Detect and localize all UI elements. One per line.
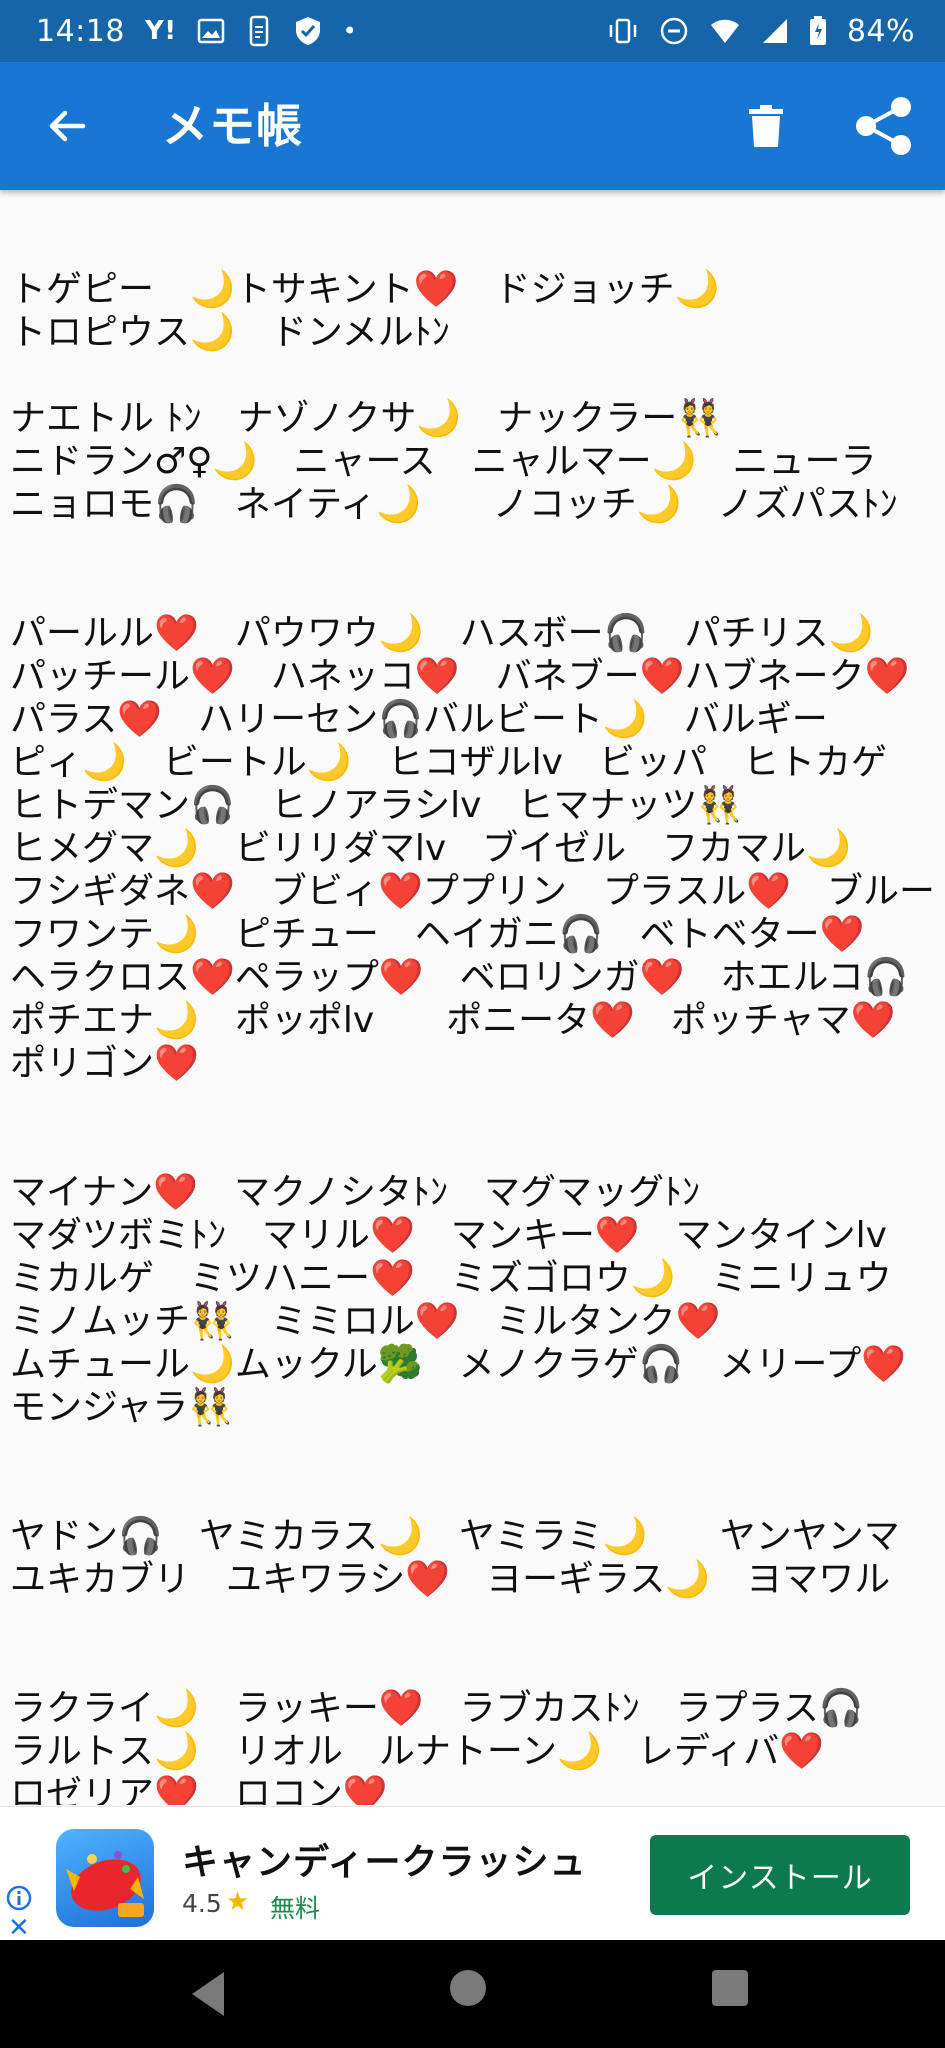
status-right: 84%	[607, 14, 915, 49]
wifi-icon	[709, 17, 741, 45]
memo-text: トゲピー 🌙トサキント❤️ ドジョッチ🌙 トロピウス🌙 ドンメルﾄﾝ ナエトル …	[10, 269, 936, 1805]
info-icon[interactable]	[6, 1885, 32, 1911]
nav-back-icon[interactable]	[184, 1968, 234, 2020]
ad-banner[interactable]: ✕ キャンディークラッシュ 4.5 ★ 無料 インストール	[0, 1806, 945, 1941]
phone-sync-icon	[245, 15, 273, 47]
back-button[interactable]	[38, 98, 94, 154]
shield-check-icon	[293, 15, 323, 47]
status-left: 14:18 Y! •	[36, 14, 357, 49]
candy-crush-app-icon[interactable]	[56, 1829, 154, 1927]
status-bar: 14:18 Y! • 84%	[0, 0, 945, 62]
signal-icon	[761, 17, 789, 45]
nav-recent-apps-icon[interactable]	[712, 1970, 748, 2006]
page-title: メモ帳	[162, 99, 303, 153]
share-icon	[856, 97, 911, 155]
yahoo-icon: Y!	[144, 16, 177, 46]
vibrate-icon	[607, 17, 639, 45]
memo-text-area[interactable]: トゲピー 🌙トサキント❤️ ドジョッチ🌙 トロピウス🌙 ドンメルﾄﾝ ナエトル …	[10, 190, 940, 1805]
notification-dot: •	[342, 17, 358, 45]
navigation-bar	[0, 1940, 945, 2048]
trash-icon	[749, 105, 783, 147]
app-bar: メモ帳	[0, 62, 945, 190]
delete-button[interactable]	[740, 94, 792, 158]
share-button[interactable]	[852, 94, 916, 158]
battery-level: 84%	[846, 13, 915, 49]
do-not-disturb-icon	[659, 16, 689, 46]
ad-app-name[interactable]: キャンディークラッシュ	[182, 1833, 586, 1885]
gallery-icon	[197, 17, 225, 45]
star-icon: ★	[226, 1887, 250, 1917]
ad-rating: 4.5	[182, 1889, 222, 1918]
arrow-left-icon	[49, 110, 86, 142]
close-ad-icon[interactable]: ✕	[8, 1915, 30, 1941]
battery-icon	[809, 16, 827, 46]
install-button[interactable]: インストール	[650, 1835, 910, 1915]
status-time: 14:18	[36, 13, 125, 49]
ad-price: 無料	[270, 1894, 321, 1923]
nav-home-icon[interactable]	[450, 1970, 486, 2006]
